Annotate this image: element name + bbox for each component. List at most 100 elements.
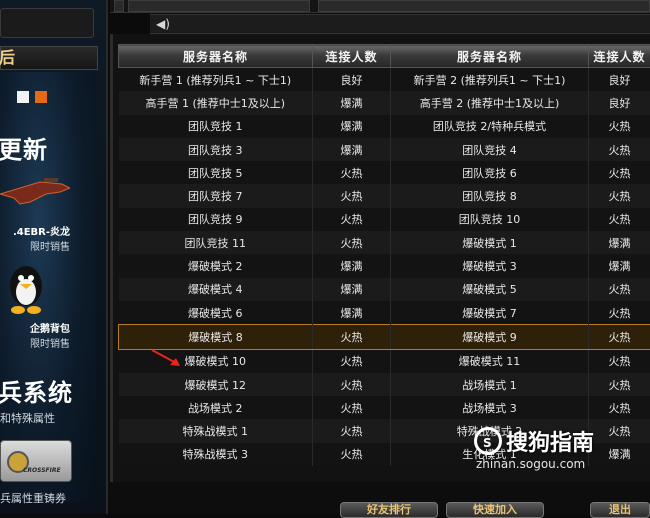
server-status-cell[interactable]: 火热	[589, 278, 650, 301]
server-name-cell[interactable]: 爆破模式 7	[391, 301, 589, 325]
server-name-cell[interactable]: 高手营 2 (推荐中士1及以上)	[391, 91, 589, 114]
server-status-cell[interactable]: 火热	[589, 184, 650, 207]
server-row[interactable]: 爆破模式 6爆满爆破模式 7火热	[119, 301, 650, 325]
server-name-cell[interactable]: 团队竞技 5	[119, 161, 313, 184]
promo-item2-name: 企鹅背包	[0, 320, 70, 335]
server-row[interactable]: 团队竞技 11火热爆破模式 1爆满	[119, 231, 650, 254]
server-row[interactable]: 团队竞技 9火热团队竞技 10火热	[119, 208, 650, 231]
server-name-cell[interactable]: 爆破模式 3	[391, 254, 589, 277]
exit-button[interactable]: 退出	[590, 502, 650, 518]
server-status-cell[interactable]: 火热	[313, 349, 391, 373]
server-status-cell[interactable]: 火热	[313, 325, 391, 349]
server-status-cell[interactable]: 火热	[589, 208, 650, 231]
server-status-cell[interactable]: 火热	[313, 419, 391, 442]
server-status-cell[interactable]: 火热	[589, 349, 650, 373]
col-header-server-name[interactable]: 服务器名称	[119, 45, 313, 68]
server-name-cell[interactable]: 团队竞技 2/特种兵模式	[391, 115, 589, 138]
server-name-cell[interactable]: 团队竞技 4	[391, 138, 589, 161]
server-row[interactable]: 爆破模式 10火热爆破模式 11火热	[119, 349, 650, 373]
left-top-bar	[0, 8, 94, 38]
server-status-cell[interactable]: 良好	[589, 68, 650, 92]
server-name-cell[interactable]: 战场模式 3	[391, 396, 589, 419]
server-status-cell[interactable]: 爆满	[313, 115, 391, 138]
server-row[interactable]: 团队竞技 5火热团队竞技 6火热	[119, 161, 650, 184]
server-name-cell[interactable]: 战场模式 2	[119, 396, 313, 419]
server-name-cell[interactable]: 团队竞技 9	[119, 208, 313, 231]
server-status-cell[interactable]: 爆满	[313, 91, 391, 114]
server-name-cell[interactable]: 团队竞技 8	[391, 184, 589, 207]
server-status-cell[interactable]: 爆满	[589, 254, 650, 277]
server-status-cell[interactable]: 火热	[589, 373, 650, 396]
server-name-cell[interactable]: 爆破模式 12	[119, 373, 313, 396]
col-header-server-name[interactable]: 服务器名称	[391, 45, 589, 68]
server-status-cell[interactable]: 爆满	[313, 278, 391, 301]
server-name-cell[interactable]: 爆破模式 9	[391, 325, 589, 349]
server-name-cell[interactable]: 团队竞技 1	[119, 115, 313, 138]
promo-footer: 兵属性重铸券	[0, 490, 66, 506]
server-status-cell[interactable]: 火热	[313, 443, 391, 466]
server-status-cell[interactable]: 火热	[589, 115, 650, 138]
server-name-cell[interactable]: 爆破模式 4	[119, 278, 313, 301]
server-row[interactable]: 高手营 1 (推荐中士1及以上)爆满高手营 2 (推荐中士1及以上)良好	[119, 91, 650, 114]
left-promo-panel: 后 更新 .4EBR-炎龙 限时销售 企鹅背包 限时销售 兵系统 和特殊属性 C…	[0, 0, 108, 514]
server-name-cell[interactable]: 爆破模式 2	[119, 254, 313, 277]
server-name-cell[interactable]: 团队竞技 6	[391, 161, 589, 184]
server-status-cell[interactable]: 火热	[313, 396, 391, 419]
friends-rank-button[interactable]: 好友排行	[340, 502, 438, 518]
col-header-players[interactable]: 连接人数	[589, 45, 650, 68]
server-status-cell[interactable]: 爆满	[313, 301, 391, 325]
server-status-cell[interactable]: 火热	[589, 138, 650, 161]
server-name-cell[interactable]: 团队竞技 7	[119, 184, 313, 207]
server-status-cell[interactable]: 火热	[589, 396, 650, 419]
server-status-cell[interactable]: 火热	[313, 184, 391, 207]
left-tab[interactable]: 后	[0, 46, 98, 70]
server-status-cell[interactable]: 良好	[313, 68, 391, 92]
server-name-cell[interactable]: 爆破模式 10	[119, 349, 313, 373]
server-row[interactable]: 战场模式 2火热战场模式 3火热	[119, 396, 650, 419]
server-row[interactable]: 爆破模式 8火热爆破模式 9火热	[119, 325, 650, 349]
server-status-cell[interactable]: 良好	[589, 91, 650, 114]
server-name-cell[interactable]: 爆破模式 6	[119, 301, 313, 325]
server-row[interactable]: 团队竞技 3爆满团队竞技 4火热	[119, 138, 650, 161]
server-name-cell[interactable]: 战场模式 1	[391, 373, 589, 396]
server-row[interactable]: 团队竞技 7火热团队竞技 8火热	[119, 184, 650, 207]
server-name-cell[interactable]: 新手营 1 (推荐列兵1 ~ 下士1)	[119, 68, 313, 92]
card-text: CROSSFIRE	[23, 467, 61, 474]
server-row[interactable]: 新手营 1 (推荐列兵1 ~ 下士1)良好新手营 2 (推荐列兵1 ~ 下士1)…	[119, 68, 650, 92]
server-name-cell[interactable]: 爆破模式 11	[391, 349, 589, 373]
volume-bar[interactable]: ◀)	[150, 14, 650, 34]
watermark-title: 搜狗指南	[506, 425, 594, 457]
server-name-cell[interactable]: 新手营 2 (推荐列兵1 ~ 下士1)	[391, 68, 589, 92]
server-name-cell[interactable]: 爆破模式 5	[391, 278, 589, 301]
server-row[interactable]: 爆破模式 4爆满爆破模式 5火热	[119, 278, 650, 301]
server-name-cell[interactable]: 特殊战模式 1	[119, 419, 313, 442]
server-row[interactable]: 爆破模式 12火热战场模式 1火热	[119, 373, 650, 396]
server-status-cell[interactable]: 火热	[313, 208, 391, 231]
quick-join-button[interactable]: 快速加入	[446, 502, 544, 518]
server-name-cell[interactable]: 高手营 1 (推荐中士1及以上)	[119, 91, 313, 114]
carousel-dot-1[interactable]	[17, 91, 29, 103]
server-name-cell[interactable]: 特殊战模式 3	[119, 443, 313, 466]
server-status-cell[interactable]: 爆满	[589, 231, 650, 254]
server-row[interactable]: 爆破模式 2爆满爆破模式 3爆满	[119, 254, 650, 277]
carousel-dot-2-active[interactable]	[35, 91, 47, 103]
speaker-icon[interactable]: ◀)	[156, 17, 170, 31]
server-name-cell[interactable]: 爆破模式 1	[391, 231, 589, 254]
server-status-cell[interactable]: 火热	[313, 373, 391, 396]
table-header-row: 服务器名称 连接人数 服务器名称 连接人数	[119, 45, 650, 68]
server-status-cell[interactable]: 火热	[589, 301, 650, 325]
server-name-cell[interactable]: 团队竞技 10	[391, 208, 589, 231]
server-name-cell[interactable]: 团队竞技 3	[119, 138, 313, 161]
server-name-cell[interactable]: 爆破模式 8	[119, 325, 313, 349]
server-status-cell[interactable]: 火热	[313, 161, 391, 184]
weapon-card: CROSSFIRE	[0, 440, 72, 482]
server-status-cell[interactable]: 火热	[313, 231, 391, 254]
server-status-cell[interactable]: 火热	[589, 325, 650, 349]
server-status-cell[interactable]: 爆满	[313, 138, 391, 161]
col-header-players[interactable]: 连接人数	[313, 45, 391, 68]
server-status-cell[interactable]: 火热	[589, 161, 650, 184]
server-status-cell[interactable]: 爆满	[313, 254, 391, 277]
server-name-cell[interactable]: 团队竞技 11	[119, 231, 313, 254]
penguin-backpack-icon	[6, 262, 46, 318]
server-row[interactable]: 团队竞技 1爆满团队竞技 2/特种兵模式火热	[119, 115, 650, 138]
